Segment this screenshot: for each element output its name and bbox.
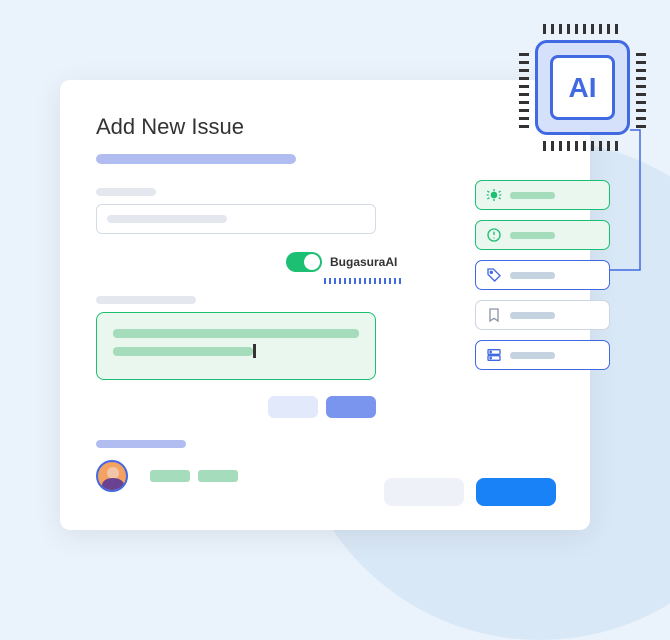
- text-line: [113, 347, 253, 356]
- suggestion-bug[interactable]: [475, 180, 610, 210]
- secondary-small-button[interactable]: [268, 396, 318, 418]
- tag-pills: [150, 470, 238, 482]
- chip-pins-icon: [519, 48, 529, 128]
- ai-suggestions-column: [475, 180, 610, 370]
- decorative-hashes: [324, 278, 404, 284]
- pill[interactable]: [198, 470, 238, 482]
- suggestion-text: [510, 272, 555, 279]
- suggestion-environment[interactable]: [475, 340, 610, 370]
- chip-pins-icon: [543, 141, 623, 151]
- footer-buttons: [384, 478, 556, 506]
- field-label: [96, 188, 156, 196]
- submit-button[interactable]: [476, 478, 556, 506]
- suggestion-priority[interactable]: [475, 220, 610, 250]
- primary-small-button[interactable]: [326, 396, 376, 418]
- field-label: [96, 296, 196, 304]
- suggestion-bookmark[interactable]: [475, 300, 610, 330]
- pill[interactable]: [150, 470, 190, 482]
- suggestion-text: [510, 232, 555, 239]
- server-icon: [486, 347, 502, 363]
- chip-pins-icon: [636, 48, 646, 128]
- assignee-label: [96, 440, 186, 448]
- chip-pins-icon: [543, 24, 623, 34]
- text-cursor: [253, 344, 256, 358]
- title-input[interactable]: [96, 204, 376, 234]
- ai-toggle-label: BugasuraAI: [330, 255, 397, 269]
- bookmark-icon: [486, 307, 502, 323]
- avatar[interactable]: [96, 460, 128, 492]
- description-textarea[interactable]: [96, 312, 376, 380]
- tag-icon: [486, 267, 502, 283]
- suggestion-text: [510, 312, 555, 319]
- alert-icon: [486, 227, 502, 243]
- suggestion-tag[interactable]: [475, 260, 610, 290]
- bug-icon: [486, 187, 502, 203]
- ai-chip: AI: [525, 30, 640, 145]
- title-underline: [96, 154, 296, 164]
- ai-chip-label: AI: [550, 55, 615, 120]
- page-title: Add New Issue: [96, 114, 554, 140]
- textarea-buttons: [96, 396, 376, 418]
- ai-toggle[interactable]: [286, 252, 322, 272]
- suggestion-text: [510, 192, 555, 199]
- input-placeholder: [107, 215, 227, 223]
- text-line: [113, 329, 359, 338]
- suggestion-text: [510, 352, 555, 359]
- cancel-button[interactable]: [384, 478, 464, 506]
